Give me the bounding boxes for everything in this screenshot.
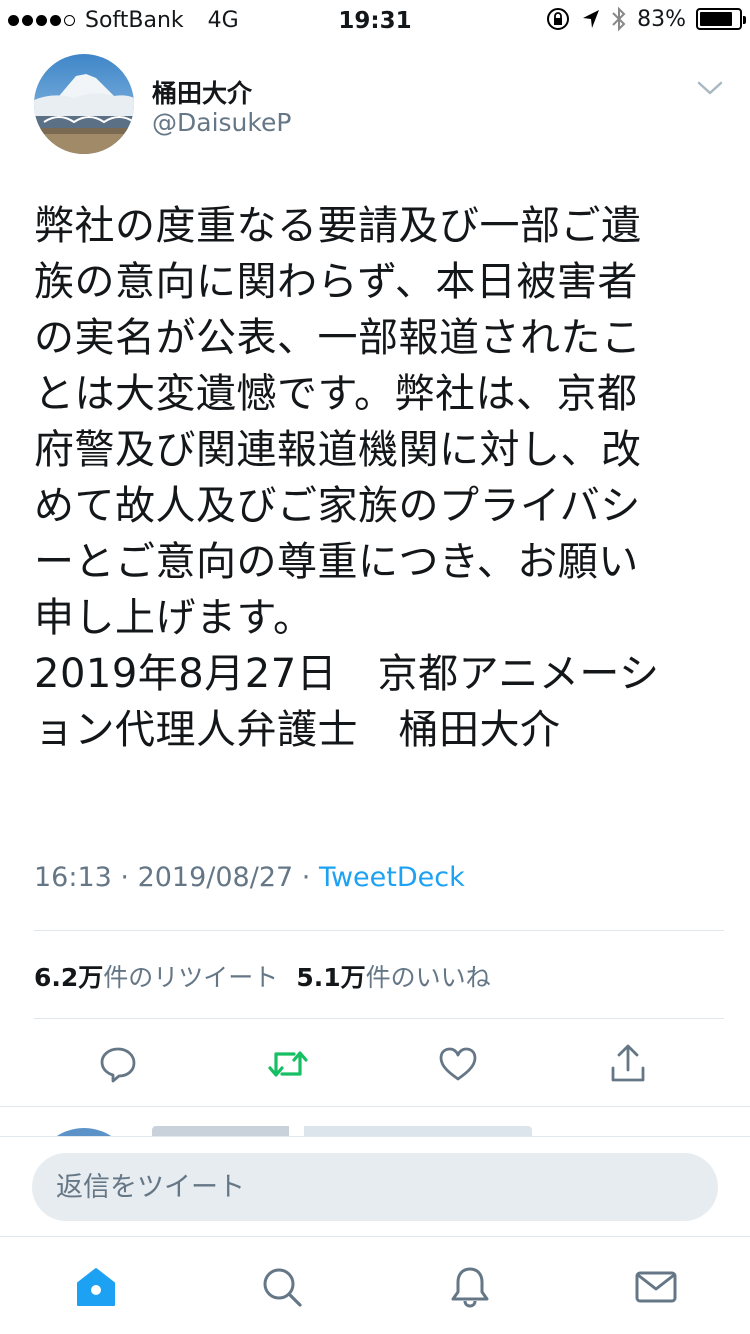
- orientation-lock-icon: [547, 8, 570, 30]
- avatar-image: [34, 54, 134, 154]
- tab-search[interactable]: [258, 1263, 306, 1311]
- reply-compose-bar: [0, 1136, 750, 1236]
- author-name[interactable]: 桶田大介: [152, 74, 252, 110]
- reply-input[interactable]: [32, 1153, 718, 1221]
- retweets-stat[interactable]: 6.2万件のリツイート: [34, 958, 278, 994]
- like-icon: [439, 1047, 477, 1081]
- tweet-time: 16:13: [34, 862, 112, 893]
- chevron-down-icon[interactable]: [696, 78, 724, 98]
- next-tweet-header-fragment: [152, 1126, 532, 1136]
- divider: [34, 1018, 724, 1019]
- meta-separator: ·: [111, 862, 138, 893]
- tweet-source-link[interactable]: TweetDeck: [319, 862, 465, 893]
- reply-icon: [100, 1047, 136, 1083]
- like-button[interactable]: [436, 1042, 480, 1086]
- share-button[interactable]: [606, 1042, 650, 1086]
- tweet-stats: 6.2万件のリツイート 5.1万件のいいね: [34, 958, 491, 994]
- status-bar: SoftBank 4G 19:31 83%: [0, 0, 750, 40]
- battery-level: [700, 12, 732, 26]
- messages-icon: [635, 1271, 677, 1303]
- notifications-icon: [451, 1267, 489, 1308]
- location-arrow-icon: [583, 10, 600, 28]
- next-avatar: [34, 1128, 134, 1136]
- retweets-label: 件のリツイート: [103, 963, 279, 992]
- status-right: 83%: [545, 6, 746, 32]
- tweet-meta: 16:13 · 2019/08/27 · TweetDeck: [34, 862, 465, 893]
- likes-count: 5.1万: [296, 963, 366, 992]
- tweet-text: 弊社の度重なる要請及び一部ご遺 族の意向に関わらず、本日被害者 の実名が公表、一…: [34, 203, 660, 753]
- tab-messages[interactable]: [632, 1263, 680, 1311]
- author-handle[interactable]: @DaisukeP: [152, 108, 291, 137]
- tweet-header: 桶田大介 @DaisukeP: [34, 54, 724, 162]
- home-icon: [77, 1268, 115, 1306]
- retweet-button[interactable]: [266, 1042, 310, 1086]
- tweet-date: 2019/08/27: [137, 862, 294, 893]
- battery-percent: 83%: [637, 6, 686, 32]
- retweet-icon: [268, 1051, 308, 1077]
- divider: [34, 930, 724, 931]
- likes-stat[interactable]: 5.1万件のいいね: [296, 958, 490, 994]
- reply-button[interactable]: [96, 1042, 140, 1086]
- next-tweet-preview[interactable]: [0, 1106, 750, 1136]
- likes-label: 件のいいね: [365, 963, 491, 992]
- avatar[interactable]: [34, 54, 134, 154]
- retweets-count: 6.2万: [34, 963, 104, 992]
- meta-separator: ·: [293, 862, 319, 893]
- tab-bar: [0, 1236, 750, 1334]
- battery-icon: [696, 8, 746, 30]
- tab-home[interactable]: [72, 1263, 120, 1311]
- tweet-actions: [0, 1028, 750, 1098]
- tab-notifications[interactable]: [446, 1263, 494, 1311]
- search-icon: [263, 1268, 302, 1307]
- bluetooth-icon: [612, 6, 626, 32]
- share-icon: [611, 1044, 645, 1082]
